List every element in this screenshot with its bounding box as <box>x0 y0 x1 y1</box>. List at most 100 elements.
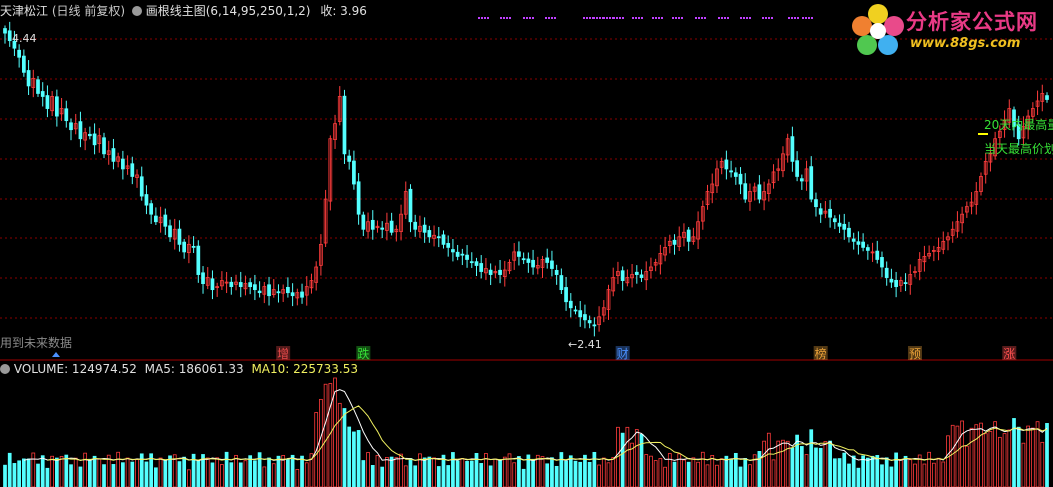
candle <box>578 301 583 327</box>
volume-bar <box>936 457 941 487</box>
indicator-label[interactable]: 画根线主图(6,14,95,250,1,2) <box>146 4 311 18</box>
candle <box>243 275 248 296</box>
circle-icon[interactable] <box>131 6 142 16</box>
candle-body <box>64 108 69 122</box>
candle-body <box>300 291 304 298</box>
volume-bar <box>639 433 644 487</box>
candle <box>639 269 644 282</box>
volume-bar <box>460 458 465 487</box>
candle <box>799 174 804 190</box>
candle-body <box>880 257 884 268</box>
volume-bar <box>583 454 587 487</box>
volume-bar <box>531 458 535 487</box>
volume-bar <box>154 467 158 487</box>
candle <box>837 214 842 234</box>
candle <box>672 234 677 255</box>
candle <box>149 200 154 224</box>
candle <box>583 304 587 329</box>
signal-dot <box>603 17 605 19</box>
security-name[interactable]: 天津松江 <box>0 4 48 18</box>
volume-bar <box>908 459 913 487</box>
candle-body <box>182 241 187 253</box>
volume-bar <box>512 462 517 487</box>
candle-body <box>578 310 583 318</box>
volume-bar <box>946 435 950 487</box>
signal-dot <box>622 17 624 19</box>
volume-bar <box>663 466 667 487</box>
volume-bar <box>469 460 474 487</box>
candle-body <box>559 275 564 291</box>
candle <box>210 270 215 300</box>
candle <box>177 220 182 252</box>
candle-body <box>587 320 592 324</box>
volume-bar <box>177 461 182 487</box>
candle <box>719 157 724 175</box>
candle <box>385 212 389 241</box>
candle-body <box>441 234 446 245</box>
signal-dot <box>678 17 680 19</box>
volume-bar <box>168 455 172 487</box>
candle <box>625 269 630 287</box>
signal-dot <box>532 17 534 19</box>
candle-body <box>191 245 196 248</box>
volume-bar <box>568 455 573 487</box>
candle <box>17 44 22 68</box>
candle <box>776 158 781 181</box>
candle <box>370 210 375 240</box>
candle-body <box>583 314 587 321</box>
candle <box>168 219 172 242</box>
candle-body <box>422 224 427 233</box>
candle <box>498 260 502 284</box>
volume-bar <box>1035 421 1040 487</box>
volume-bar <box>611 457 616 487</box>
volume-bar <box>370 464 375 487</box>
candle <box>658 244 663 275</box>
candle-body <box>276 291 281 294</box>
signal-dot <box>762 17 764 19</box>
candle <box>215 282 220 297</box>
volume-bar <box>455 460 460 487</box>
candle <box>832 215 837 230</box>
volume-bar <box>700 451 705 487</box>
candle <box>814 192 818 217</box>
signal-dot <box>641 17 643 19</box>
circle-icon[interactable] <box>0 364 10 374</box>
volume-bar <box>634 429 639 487</box>
candle <box>139 166 144 201</box>
candle <box>271 279 276 298</box>
volume-bar <box>234 454 238 487</box>
volume-bar <box>40 455 45 487</box>
volume-bar <box>540 456 545 487</box>
candle <box>220 271 224 290</box>
signal-dot <box>593 17 595 19</box>
signal-dot <box>523 17 525 19</box>
candle-body <box>290 292 295 297</box>
candle <box>521 252 526 265</box>
candle-body <box>568 300 573 309</box>
candle <box>653 258 658 272</box>
volume-bar <box>267 457 271 487</box>
volume-bar <box>163 460 168 487</box>
candle-body <box>1045 95 1049 100</box>
volume-bar <box>884 457 889 487</box>
signal-marker: 跌 <box>357 346 369 361</box>
candle <box>484 258 488 281</box>
candle <box>601 300 606 323</box>
candle <box>535 256 540 275</box>
candle <box>455 244 460 261</box>
candle <box>913 266 917 278</box>
volume-bar <box>587 461 592 487</box>
candle <box>922 245 927 272</box>
volume-bar <box>682 459 686 487</box>
candle <box>1045 92 1049 103</box>
volume-bar <box>559 452 564 487</box>
volume-bar <box>644 454 649 487</box>
volume-bar <box>290 454 295 487</box>
candle <box>592 317 597 337</box>
candle-body <box>465 254 469 260</box>
candle <box>559 268 564 294</box>
period-label[interactable]: (日线 前复权) <box>52 4 125 18</box>
candle <box>762 181 766 211</box>
candle-body <box>121 158 125 170</box>
candle <box>3 25 7 44</box>
